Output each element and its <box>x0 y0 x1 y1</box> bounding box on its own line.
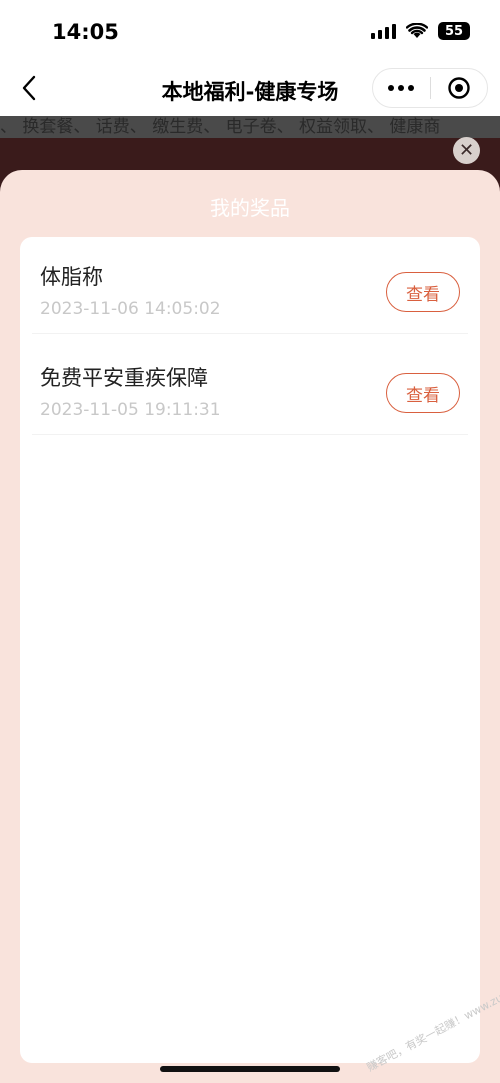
nav-bar: 本地福利-健康专场 <box>0 62 500 116</box>
view-button[interactable]: 查看 <box>386 272 460 312</box>
prizes-list: 体脂称 2023-11-06 14:05:02 查看 免费平安重疾保障 2023… <box>20 237 480 1063</box>
battery-icon: 55 <box>438 22 470 40</box>
prize-date: 2023-11-05 19:11:31 <box>40 400 221 420</box>
status-time: 14:05 <box>52 20 119 44</box>
close-icon: ✕ <box>458 140 475 161</box>
cellular-signal-icon <box>371 23 396 39</box>
close-popup-button[interactable]: ✕ <box>453 137 480 164</box>
wifi-icon <box>406 23 428 38</box>
sheet-title: 我的奖品 <box>210 196 290 220</box>
more-options-button[interactable] <box>373 69 430 107</box>
prize-name: 体脂称 <box>40 265 103 289</box>
background-service-text: 、 换套餐、 话费、 缴生费、 电子卷、 权益领取、 健康商 <box>0 116 500 138</box>
mini-program-capsule <box>372 68 488 108</box>
status-icons: 55 <box>371 22 470 40</box>
prize-name: 免费平安重疾保障 <box>40 366 208 390</box>
list-item: 体脂称 2023-11-06 14:05:02 查看 <box>32 237 468 334</box>
close-mini-program-button[interactable] <box>430 69 487 107</box>
target-close-icon <box>448 77 470 99</box>
prizes-sheet: 我的奖品 体脂称 2023-11-06 14:05:02 查看 免费平安重疾保障… <box>0 170 500 1083</box>
list-item: 免费平安重疾保障 2023-11-05 19:11:31 查看 <box>32 338 468 435</box>
more-dots-icon <box>388 85 395 91</box>
prize-date: 2023-11-06 14:05:02 <box>40 299 221 319</box>
view-button[interactable]: 查看 <box>386 373 460 413</box>
status-bar: 14:05 55 <box>0 0 500 62</box>
home-indicator <box>160 1066 340 1072</box>
